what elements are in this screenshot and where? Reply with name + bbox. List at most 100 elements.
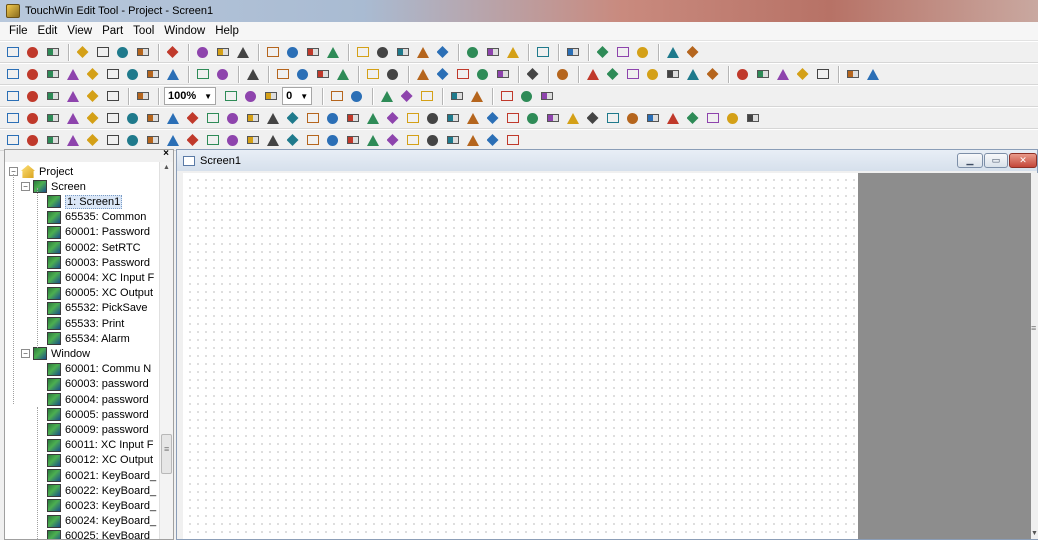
t22-button[interactable]	[424, 110, 441, 127]
u17-button[interactable]	[324, 132, 341, 149]
tree-item-window[interactable]: 60005: password	[47, 407, 149, 422]
cfg2-button[interactable]	[864, 66, 881, 83]
t2-button[interactable]	[24, 110, 41, 127]
undo-button[interactable]	[134, 44, 151, 61]
win-button[interactable]	[384, 66, 401, 83]
trend1-button[interactable]	[584, 66, 601, 83]
u21-button[interactable]	[404, 132, 421, 149]
lamp-button[interactable]	[274, 66, 291, 83]
shape-g2-button[interactable]	[284, 44, 301, 61]
btn1-button[interactable]	[464, 44, 481, 61]
t9-button[interactable]	[164, 110, 181, 127]
disp5-button[interactable]	[434, 44, 451, 61]
text-aa2-button[interactable]	[234, 44, 251, 61]
mod2-button[interactable]	[518, 88, 535, 105]
t23-button[interactable]	[444, 110, 461, 127]
menu-help[interactable]: Help	[210, 22, 244, 41]
t1-button[interactable]	[4, 110, 21, 127]
step-select[interactable]: 0 ▼	[282, 87, 313, 105]
tree-item-screen[interactable]: 65535: Common	[47, 210, 146, 225]
menu-file[interactable]: File	[4, 22, 33, 41]
down-button[interactable]	[414, 66, 431, 83]
tree-item-screen[interactable]: 65533: Print	[47, 316, 124, 331]
t30-button[interactable]	[584, 110, 601, 127]
trend3-button[interactable]	[624, 66, 641, 83]
color-button[interactable]	[214, 66, 231, 83]
palette-button[interactable]	[194, 66, 211, 83]
chart2-button[interactable]	[684, 44, 701, 61]
scroll-thumb[interactable]: ≡	[161, 434, 172, 474]
t35-button[interactable]	[684, 110, 701, 127]
net2-button[interactable]	[614, 44, 631, 61]
pic2-button[interactable]	[348, 88, 365, 105]
star-button[interactable]	[334, 66, 351, 83]
trend4-button[interactable]	[644, 66, 661, 83]
tab3-button[interactable]	[774, 66, 791, 83]
minimize-button[interactable]: ▁	[957, 153, 983, 168]
trend7-button[interactable]	[704, 66, 721, 83]
tree-item-window[interactable]: 60025: KeyBoard_	[47, 529, 156, 539]
tree-folder-window[interactable]: − Window	[21, 346, 90, 361]
bar4-button[interactable]	[494, 66, 511, 83]
trend5-button[interactable]	[664, 66, 681, 83]
image-button[interactable]	[164, 66, 181, 83]
mod3-button[interactable]	[538, 88, 555, 105]
t11-button[interactable]	[204, 110, 221, 127]
fx2-button[interactable]	[468, 88, 485, 105]
t13-button[interactable]	[244, 110, 261, 127]
pic1-button[interactable]	[328, 88, 345, 105]
screen-canvas[interactable]	[183, 173, 858, 539]
cut-button[interactable]	[74, 44, 91, 61]
rect-button[interactable]	[44, 66, 61, 83]
menu-edit[interactable]: Edit	[33, 22, 63, 41]
t16-button[interactable]	[304, 110, 321, 127]
disp2-button[interactable]	[374, 44, 391, 61]
menu-part[interactable]: Part	[97, 22, 128, 41]
grid-button[interactable]	[242, 88, 259, 105]
new-button[interactable]	[4, 44, 21, 61]
bar2-button[interactable]	[454, 66, 471, 83]
tab4-button[interactable]	[794, 66, 811, 83]
cfg1-button[interactable]	[844, 66, 861, 83]
t20-button[interactable]	[384, 110, 401, 127]
tree-item-window[interactable]: 60011: XC Input F	[47, 438, 153, 453]
fill-button[interactable]	[124, 66, 141, 83]
gauge-button[interactable]	[294, 66, 311, 83]
u5-button[interactable]	[84, 132, 101, 149]
tree-item-screen[interactable]: 65532: PickSave	[47, 301, 148, 316]
t12-button[interactable]	[224, 110, 241, 127]
t3-button[interactable]	[44, 110, 61, 127]
t10-button[interactable]	[184, 110, 201, 127]
shape-g1-button[interactable]	[264, 44, 281, 61]
tab1-button[interactable]	[734, 66, 751, 83]
t26-button[interactable]	[504, 110, 521, 127]
tree-item-window[interactable]: 60003: password	[47, 377, 149, 392]
paste-prop-button[interactable]	[398, 88, 415, 105]
t27-button[interactable]	[524, 110, 541, 127]
u12-button[interactable]	[224, 132, 241, 149]
align-r-button[interactable]	[44, 88, 61, 105]
paste-button[interactable]	[114, 44, 131, 61]
t19-button[interactable]	[364, 110, 381, 127]
disp4-button[interactable]	[414, 44, 431, 61]
u25-button[interactable]	[484, 132, 501, 149]
del-button[interactable]	[418, 88, 435, 105]
align-t-button[interactable]	[64, 88, 81, 105]
tab5-button[interactable]	[814, 66, 831, 83]
ellipse-button[interactable]	[84, 66, 101, 83]
u23-button[interactable]	[444, 132, 461, 149]
align-m-button[interactable]	[84, 88, 101, 105]
tree-folder-screen[interactable]: − Screen	[21, 179, 86, 194]
u16-button[interactable]	[304, 132, 321, 149]
align-b-button[interactable]	[104, 88, 121, 105]
u7-button[interactable]	[124, 132, 141, 149]
text-A-button[interactable]	[194, 44, 211, 61]
bar1-button[interactable]	[434, 66, 451, 83]
menu-window[interactable]: Window	[159, 22, 210, 41]
trend2-button[interactable]	[604, 66, 621, 83]
canvas-scrollbar[interactable]: ≡ ▼	[1031, 173, 1038, 539]
t6-button[interactable]	[104, 110, 121, 127]
t34-button[interactable]	[664, 110, 681, 127]
u10-button[interactable]	[184, 132, 201, 149]
collapse-icon[interactable]: −	[21, 182, 30, 192]
